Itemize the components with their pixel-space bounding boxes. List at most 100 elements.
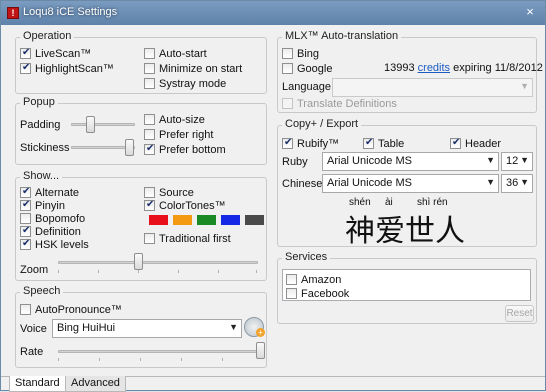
autostart-checkbox-box[interactable]: [144, 48, 155, 59]
tab-standard[interactable]: Standard: [9, 376, 66, 392]
alternate-checkbox[interactable]: Alternate: [20, 186, 79, 199]
tone-color-5[interactable]: [245, 215, 264, 225]
speaker-icon[interactable]: +: [244, 317, 265, 337]
chinese-font-value: Arial Unicode MS: [327, 177, 412, 189]
rubify-checkbox[interactable]: Rubify™: [282, 137, 339, 150]
autopronounce-checkbox-box[interactable]: [20, 304, 31, 315]
language-label: Language: [282, 81, 331, 93]
table-checkbox[interactable]: Table: [363, 137, 404, 150]
ruby-font-select[interactable]: Arial Unicode MS ▼: [322, 152, 499, 171]
rate-label: Rate: [20, 346, 44, 358]
rate-slider-thumb[interactable]: [256, 342, 265, 359]
zoom-slider[interactable]: [58, 261, 258, 264]
colortones-checkbox-box[interactable]: [144, 199, 155, 211]
source-checkbox-box[interactable]: [144, 187, 155, 198]
bing-label: Bing: [297, 47, 320, 60]
autostart-checkbox[interactable]: Auto-start: [144, 47, 207, 60]
service-item-facebook[interactable]: Facebook: [286, 287, 349, 300]
colortones-checkbox[interactable]: ColorTones™: [144, 199, 226, 212]
highlightscan-checkbox-box[interactable]: [20, 62, 31, 74]
table-checkbox-box[interactable]: [363, 137, 374, 149]
header-label: Header: [465, 137, 502, 150]
tone-color-4[interactable]: [221, 215, 240, 225]
bing-checkbox[interactable]: Bing: [282, 47, 319, 60]
minimize-on-start-checkbox-box[interactable]: [144, 63, 155, 74]
livescan-checkbox[interactable]: LiveScan™: [20, 47, 91, 60]
header-checkbox-box[interactable]: [450, 137, 461, 149]
voice-select[interactable]: Bing HuiHui ▼: [52, 319, 242, 338]
systray-mode-checkbox[interactable]: Systray mode: [144, 77, 226, 90]
traditional-first-checkbox[interactable]: Traditional first: [144, 232, 231, 245]
chevron-down-icon: ▼: [520, 155, 529, 165]
tone-color-2[interactable]: [173, 215, 192, 225]
google-checkbox[interactable]: Google: [282, 62, 332, 75]
translate-definitions-checkbox-box[interactable]: [282, 98, 293, 109]
language-select[interactable]: ▼: [332, 78, 533, 97]
definition-checkbox-box[interactable]: [20, 225, 31, 237]
padding-slider-thumb[interactable]: [86, 116, 95, 133]
translate-definitions-label: Translate Definitions: [297, 97, 397, 110]
mlx-group: MLX™ Auto-translation Bing Google 13993 …: [277, 30, 543, 113]
chevron-down-icon: ▼: [486, 155, 495, 165]
ruby-size-select[interactable]: 12 ▼: [501, 152, 533, 171]
padding-slider[interactable]: [71, 123, 135, 126]
google-checkbox-box[interactable]: [282, 63, 293, 74]
alternate-checkbox-box[interactable]: [20, 186, 31, 198]
bopomofo-checkbox-box[interactable]: [20, 213, 31, 224]
popup-group: Popup Padding Stickiness Auto-size Prefe…: [15, 96, 267, 165]
zoom-tick: [218, 270, 219, 273]
minimize-on-start-checkbox[interactable]: Minimize on start: [144, 62, 242, 75]
definition-checkbox[interactable]: Definition: [20, 225, 81, 238]
close-button[interactable]: ×: [521, 4, 539, 20]
zoom-tick: [138, 270, 139, 273]
settings-window: ! Loqu8 iCE Settings × Operation LiveSca…: [0, 0, 546, 392]
autopronounce-checkbox[interactable]: AutoPronounce™: [20, 303, 122, 316]
systray-mode-checkbox-box[interactable]: [144, 78, 155, 89]
ruby-label: Ruby: [282, 156, 308, 168]
prefer-bottom-checkbox[interactable]: Prefer bottom: [144, 143, 226, 156]
chinese-size-select[interactable]: 36 ▼: [501, 174, 533, 193]
tab-advanced[interactable]: Advanced: [65, 376, 126, 392]
tone-color-3[interactable]: [197, 215, 216, 225]
rate-slider[interactable]: [58, 350, 263, 353]
chevron-down-icon: ▼: [486, 177, 495, 187]
prefer-right-checkbox-box[interactable]: [144, 129, 155, 140]
pinyin-label: Pinyin: [35, 199, 65, 212]
ruby-size-value: 12: [506, 155, 519, 167]
ruby-font-value: Arial Unicode MS: [327, 155, 412, 167]
service-item-amazon[interactable]: Amazon: [286, 273, 341, 286]
services-list[interactable]: Amazon Facebook: [282, 269, 531, 301]
credits-link[interactable]: credits: [418, 62, 450, 74]
livescan-label: LiveScan™: [35, 47, 92, 60]
systray-mode-label: Systray mode: [159, 77, 227, 90]
livescan-checkbox-box[interactable]: [20, 47, 31, 59]
prefer-bottom-checkbox-box[interactable]: [144, 143, 155, 155]
facebook-checkbox-box[interactable]: [286, 288, 297, 299]
auto-size-checkbox-box[interactable]: [144, 114, 155, 125]
highlightscan-checkbox[interactable]: HighlightScan™: [20, 62, 114, 75]
rate-tick: [99, 358, 100, 361]
zoom-tick: [98, 270, 99, 273]
rubify-checkbox-box[interactable]: [282, 137, 293, 149]
source-checkbox[interactable]: Source: [144, 186, 194, 199]
prefer-right-checkbox[interactable]: Prefer right: [144, 128, 213, 141]
hsk-levels-checkbox-box[interactable]: [20, 238, 31, 250]
header-checkbox[interactable]: Header: [450, 137, 501, 150]
chinese-label: Chinese: [282, 178, 323, 190]
translate-definitions-checkbox[interactable]: Translate Definitions: [282, 97, 397, 110]
reset-button[interactable]: Reset: [505, 305, 534, 322]
pinyin-checkbox-box[interactable]: [20, 199, 31, 211]
title-bar[interactable]: ! Loqu8 iCE Settings ×: [1, 1, 545, 25]
highlightscan-label: HighlightScan™: [35, 62, 114, 75]
hsk-levels-checkbox[interactable]: HSK levels: [20, 238, 89, 251]
auto-size-checkbox[interactable]: Auto-size: [144, 113, 205, 126]
bopomofo-checkbox[interactable]: Bopomofo: [20, 212, 85, 225]
tone-color-1[interactable]: [149, 215, 168, 225]
stickiness-slider-thumb[interactable]: [125, 139, 134, 156]
chinese-font-select[interactable]: Arial Unicode MS ▼: [322, 174, 499, 193]
pinyin-checkbox[interactable]: Pinyin: [20, 199, 65, 212]
zoom-slider-thumb[interactable]: [134, 253, 143, 270]
traditional-first-checkbox-box[interactable]: [144, 233, 155, 244]
bing-checkbox-box[interactable]: [282, 48, 293, 59]
amazon-checkbox-box[interactable]: [286, 274, 297, 285]
